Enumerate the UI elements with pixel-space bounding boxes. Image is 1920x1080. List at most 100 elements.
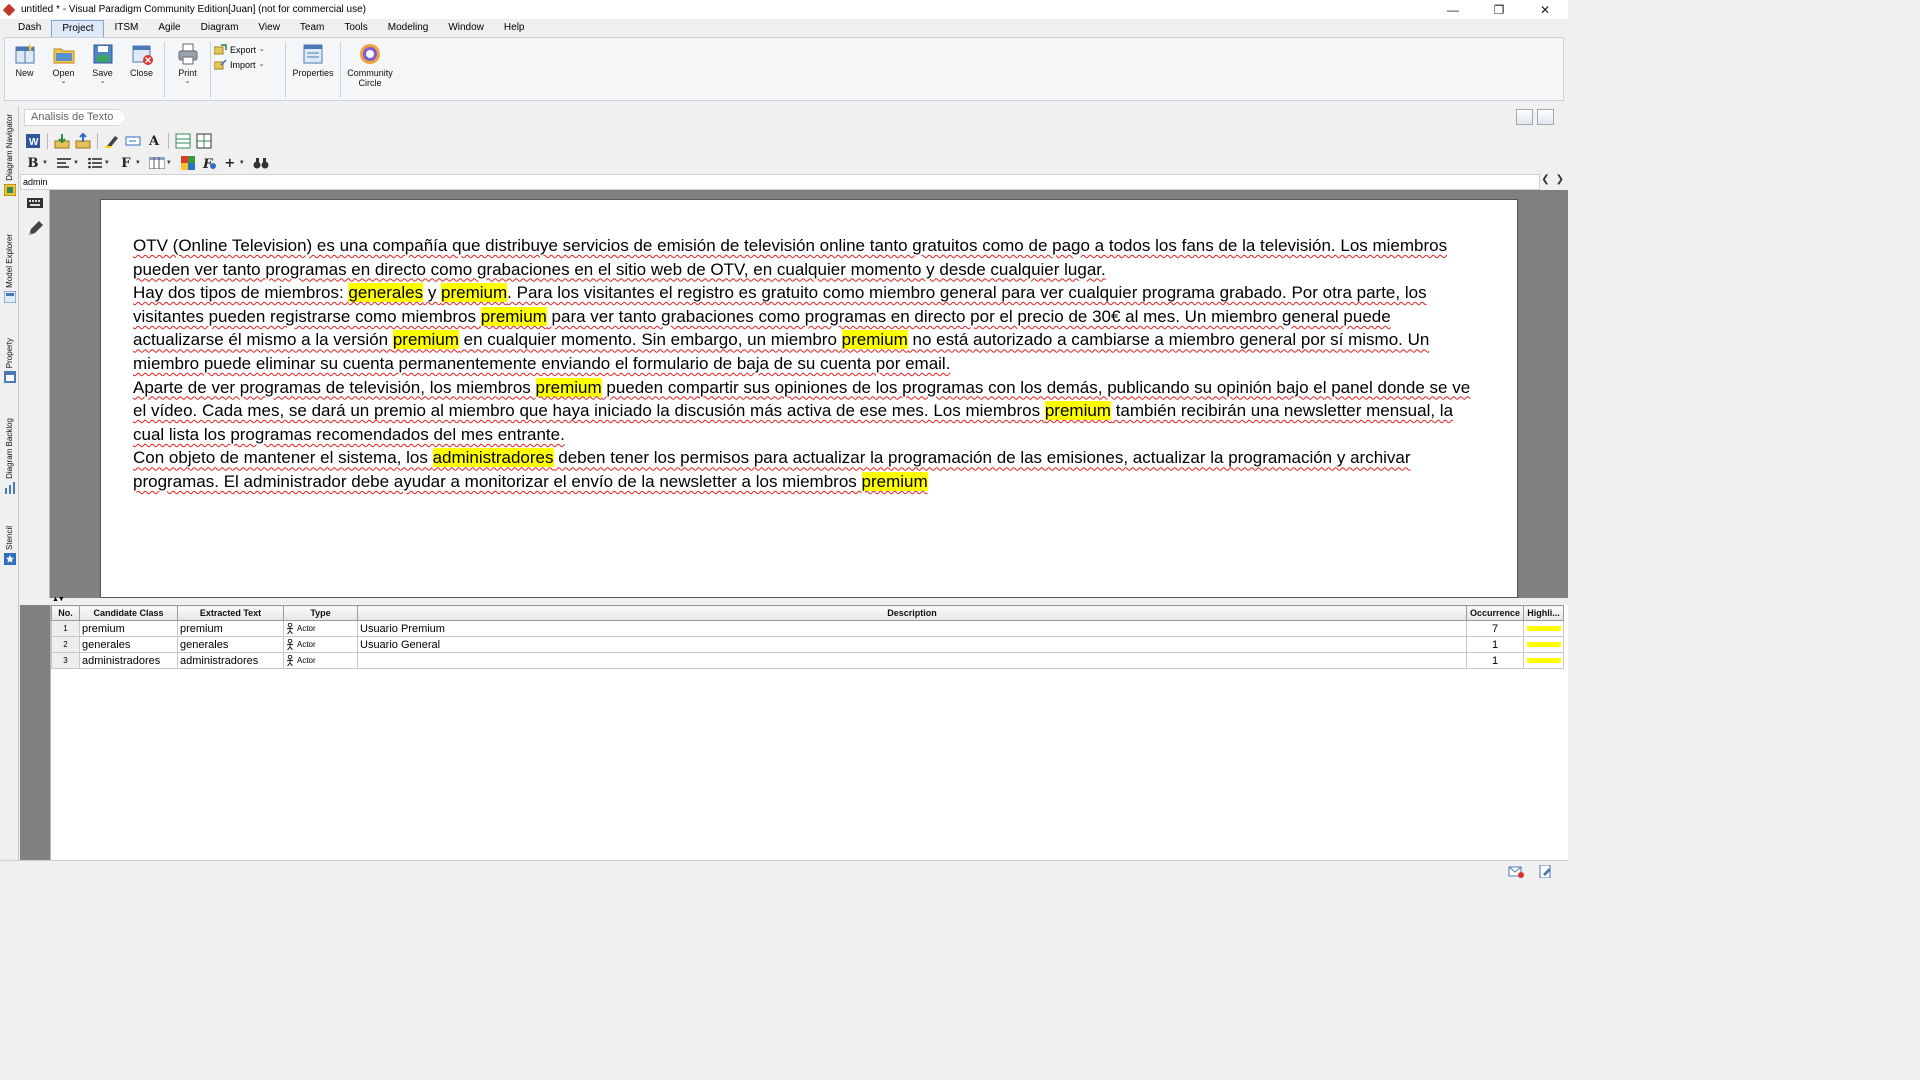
pen-tool-icon[interactable] [26,220,44,236]
chevron-down-icon[interactable]: ▼ [104,160,110,166]
highlight-cell[interactable] [1523,620,1564,637]
table-row[interactable]: 3 administradores administradores Actor … [51,652,1564,669]
tab-diagram[interactable]: Diagram [191,20,249,37]
extracted-text-cell[interactable]: administradores [177,652,284,669]
export-button[interactable]: Export ⌄ [214,44,282,55]
chevron-down-icon[interactable]: ⌄ [61,78,67,86]
restore-button[interactable]: ❐ [1476,0,1522,19]
document-edit-icon[interactable] [1538,865,1554,878]
align-left-icon[interactable] [55,154,73,172]
upload-icon[interactable] [74,132,92,150]
community-circle-button[interactable]: Community Circle [344,42,396,88]
chevron-down-icon[interactable]: ⌄ [185,78,191,86]
properties-button[interactable]: Properties [289,42,337,78]
print-button[interactable]: Print ⌄ [168,42,207,86]
tab-project[interactable]: Project [51,20,105,37]
word-document-icon[interactable]: W [24,132,42,150]
column-header-description[interactable]: Description [357,605,1467,621]
highlight-cell[interactable] [1523,652,1564,669]
highlighted-term[interactable]: premium [535,377,602,397]
insert-table-icon[interactable] [148,154,166,172]
grid-view-icon[interactable] [195,132,213,150]
highlighted-term[interactable]: premium [861,471,928,491]
table-row[interactable]: 2 generales generales Actor Usuario Gene… [51,636,1564,653]
column-header-type[interactable]: Type [283,605,358,621]
tab-dash[interactable]: Dash [8,20,51,37]
new-button[interactable]: New [5,42,44,78]
type-cell[interactable]: Actor [283,620,358,637]
candidate-class-cell[interactable]: premium [79,620,178,637]
tab-tools[interactable]: Tools [334,20,377,37]
chevron-right-icon[interactable]: ❯ [1556,174,1564,185]
element-name-field[interactable]: admin [20,174,1540,190]
highlighted-term[interactable]: administradores [432,448,554,468]
chevron-down-icon[interactable]: ▼ [239,160,245,166]
tab-model-explorer[interactable]: Model Explorer [1,234,18,303]
open-button[interactable]: Open ⌄ [44,42,83,86]
highlighter-icon[interactable] [103,132,121,150]
save-button[interactable]: Save ⌄ [83,42,122,86]
candidate-class-cell[interactable]: generales [79,636,178,653]
table-view-icon[interactable] [174,132,192,150]
highlight-cell[interactable] [1523,636,1564,653]
formula-icon[interactable]: F [200,154,218,172]
chevron-down-icon[interactable]: ▼ [135,160,141,166]
layout-icon[interactable] [1537,109,1554,125]
highlighted-term[interactable]: premium [1044,401,1111,421]
tab-window[interactable]: Window [438,20,494,37]
column-header-candidate-class[interactable]: Candidate Class [79,605,178,621]
tab-modeling[interactable]: Modeling [378,20,439,37]
expand-collapse-icon[interactable]: ▲▼ [52,596,65,603]
chevron-down-icon[interactable]: ▼ [42,160,48,166]
chevron-left-icon[interactable]: ❮ [1541,174,1549,185]
keyboard-icon[interactable] [26,196,44,212]
column-header-occurrence[interactable]: Occurrence [1466,605,1524,621]
description-cell[interactable]: Usuario Premium [357,620,1467,637]
close-project-button[interactable]: Close [122,42,161,78]
bold-icon[interactable]: B [24,154,42,172]
column-header-highlight[interactable]: Highli... [1523,605,1564,621]
tab-help[interactable]: Help [494,20,535,37]
binoculars-icon[interactable] [252,154,270,172]
chevron-down-icon[interactable]: ⌄ [259,46,265,54]
chevron-down-icon[interactable]: ⌄ [259,61,265,69]
extracted-text-cell[interactable]: premium [177,620,284,637]
breadcrumb[interactable]: Analisis de Texto [24,109,127,126]
download-icon[interactable] [53,132,71,150]
description-cell[interactable]: Usuario General [357,636,1467,653]
highlighted-term[interactable]: premium [441,283,508,303]
column-header-no[interactable]: No. [51,605,80,621]
minimize-button[interactable]: — [1430,0,1476,19]
tab-property[interactable]: Property [1,338,18,384]
notification-mail-icon[interactable] [1508,865,1524,878]
candidate-class-cell[interactable]: administradores [79,652,178,669]
panel-splitter[interactable]: ▲▼ [50,596,1568,605]
close-window-button[interactable]: ✕ [1522,0,1568,19]
add-icon[interactable]: + [221,154,239,172]
tab-itsm[interactable]: ITSM [104,20,148,37]
type-cell[interactable]: Actor [283,636,358,653]
color-picker-icon[interactable] [179,154,197,172]
tab-team[interactable]: Team [290,20,334,37]
problem-statement-text[interactable]: OTV (Online Television) es una compañía … [133,234,1483,494]
highlighted-term[interactable]: premium [392,330,459,350]
chevron-down-icon[interactable]: ⌄ [100,78,106,86]
tab-stencil[interactable]: Stencil [1,526,18,566]
font-style-icon[interactable]: A [145,132,163,150]
table-row[interactable]: 1 premium premium Actor Usuario Premium … [51,620,1564,637]
pin-icon[interactable] [1516,109,1533,125]
tab-diagram-navigator[interactable]: Diagram Navigator [1,114,18,196]
tab-agile[interactable]: Agile [148,20,190,37]
highlighted-term[interactable]: premium [480,306,547,326]
column-header-extracted-text[interactable]: Extracted Text [177,605,284,621]
description-cell[interactable] [357,652,1467,669]
font-icon[interactable]: F [117,154,135,172]
highlighted-term[interactable]: generales [348,283,424,303]
list-icon[interactable] [86,154,104,172]
import-button[interactable]: Import ⌄ [214,59,282,70]
tab-view[interactable]: View [248,20,290,37]
highlighted-term[interactable]: premium [841,330,908,350]
type-cell[interactable]: Actor [283,652,358,669]
extracted-text-cell[interactable]: generales [177,636,284,653]
chevron-down-icon[interactable]: ▼ [166,160,172,166]
